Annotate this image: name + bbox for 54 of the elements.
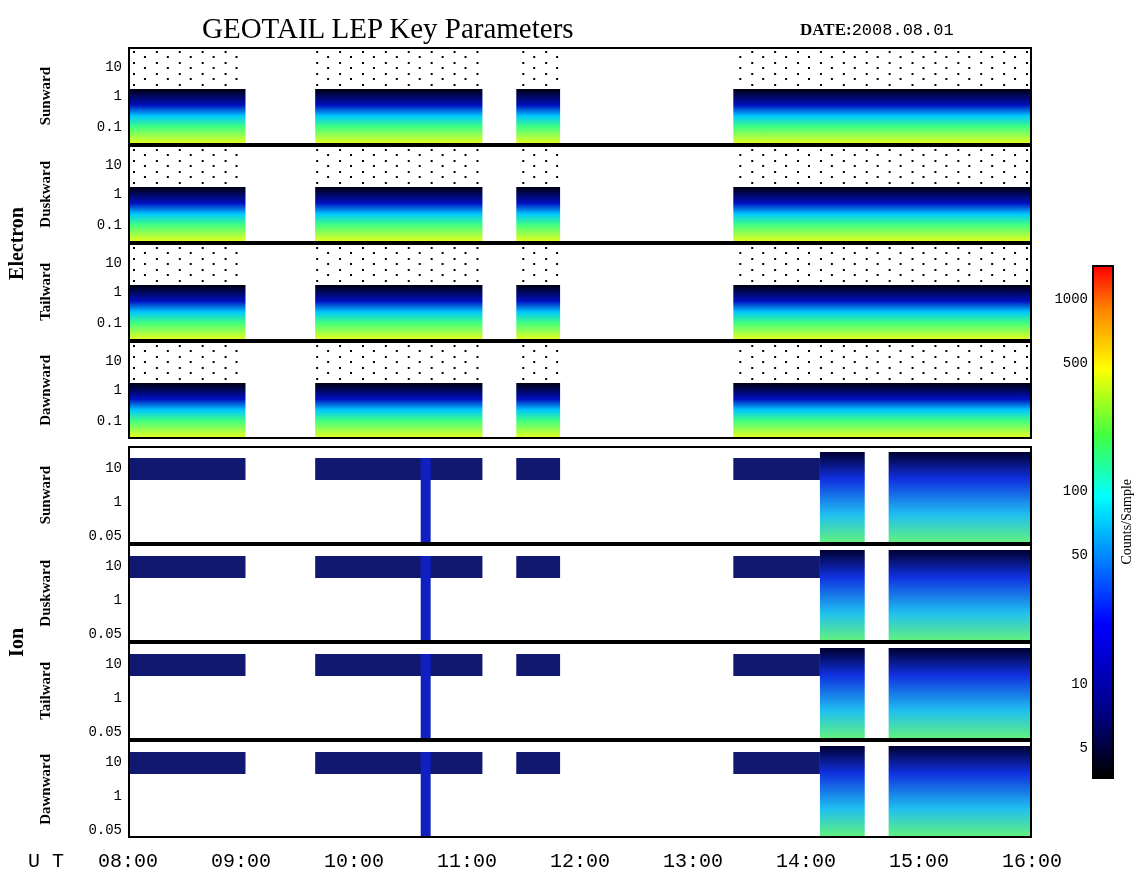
y-tick-label: 0.1: [96, 316, 122, 331]
time-tick-label: 15:00: [889, 852, 949, 872]
panel-label: Tailward: [35, 662, 54, 720]
colorbar-tick-label: 10: [1071, 676, 1088, 691]
panel-label: Dawnward: [35, 753, 54, 825]
colorbar-tick-label: 50: [1071, 548, 1088, 563]
date-label: DATE:: [800, 18, 852, 41]
y-tick-label: 0.05: [88, 529, 122, 544]
y-tick-label: 10: [105, 353, 122, 368]
y-tick-label: 10: [105, 157, 122, 172]
y-tick-label: 1: [113, 788, 122, 803]
panel-label: Tailward: [35, 263, 54, 321]
y-tick-label: 0.05: [88, 725, 122, 740]
y-tick-label: 10: [105, 460, 122, 475]
colorbar-tick-label: 1000: [1054, 291, 1088, 306]
y-tick-label: 0.05: [88, 627, 122, 642]
y-tick-label: 0.05: [88, 823, 122, 838]
y-tick-label: 10: [105, 558, 122, 573]
colorbar-tick-label: 5: [1079, 741, 1088, 756]
time-tick-label: 12:00: [550, 852, 610, 872]
time-tick-label: 10:00: [324, 852, 384, 872]
time-tick-label: 16:00: [1002, 852, 1062, 872]
time-tick-label: 14:00: [776, 852, 836, 872]
panel-label: Sunward: [35, 465, 54, 525]
y-tick-label: 1: [113, 592, 122, 607]
y-tick-label: 1: [113, 187, 122, 201]
y-tick-label: 10: [105, 656, 122, 671]
y-tick-label: 1: [113, 690, 122, 705]
y-tick-label: 1: [113, 89, 122, 103]
time-tick-label: 13:00: [663, 852, 723, 872]
y-tick-label: 0.1: [96, 218, 122, 233]
plot-title: GEOTAIL LEP Key Parameters: [202, 14, 575, 43]
date-value: 2008.08.01: [851, 19, 954, 42]
group-label: Electron: [4, 206, 28, 280]
colorbar-tick-label: 100: [1062, 484, 1088, 499]
y-tick-label: 1: [113, 494, 122, 509]
time-tick-label: 08:00: [98, 852, 158, 872]
y-tick-label: 10: [105, 59, 122, 74]
colorbar-tick-label: 500: [1062, 356, 1088, 371]
group-label: Ion: [4, 627, 28, 657]
panel-label: Sunward: [35, 66, 54, 126]
y-tick-label: 1: [113, 383, 122, 397]
y-tick-label: 0.1: [96, 120, 122, 135]
y-tick-label: 0.1: [96, 414, 122, 429]
time-tick-label: 11:00: [437, 852, 497, 872]
y-tick-label: 1: [113, 285, 122, 299]
time-tick-label: 09:00: [211, 852, 271, 872]
y-tick-label: 10: [105, 754, 122, 769]
panel-label: Dawnward: [35, 354, 54, 426]
time-axis-label: U T: [28, 852, 64, 872]
panel-label: Duskward: [35, 160, 54, 228]
colorbar-label: Counts/Sample: [1117, 479, 1135, 565]
y-tick-label: 10: [105, 255, 122, 270]
panel-label: Duskward: [35, 559, 54, 627]
